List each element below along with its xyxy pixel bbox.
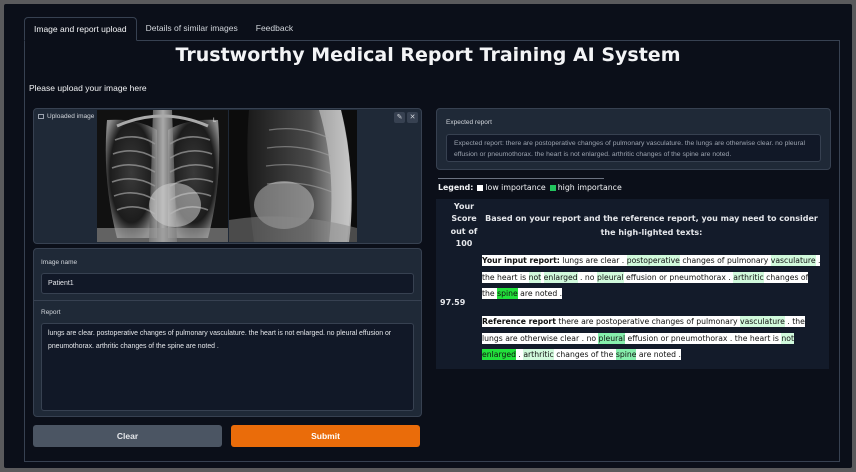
uploaded-image-label-text: Uploaded image — [47, 113, 95, 120]
expected-report-text: Expected report: there are postoperative… — [446, 134, 821, 162]
score-header-line: out of — [450, 226, 478, 236]
reference-report-segment: changes of the — [553, 349, 616, 360]
input-report-segment: pleural — [596, 271, 624, 283]
tab-bar: Image and report upload Details of simil… — [24, 17, 302, 41]
tab-details-of-similar-images[interactable]: Details of similar images — [137, 17, 247, 39]
legend: Legend: low importance high importance — [438, 183, 622, 192]
submit-button[interactable]: Submit — [231, 425, 420, 447]
reference-report-highlighted: Reference report there are postoperative… — [482, 314, 822, 364]
reference-report-segment: not — [781, 332, 794, 344]
score-header-line: 100 — [455, 239, 473, 249]
reference-report-segment: pleural — [598, 332, 626, 344]
input-report-segment: spine — [497, 288, 518, 299]
highlight-intro: Based on your report and the reference r… — [485, 214, 818, 237]
chest-xray-frontal-image: L — [97, 110, 228, 242]
report-form: Image name Patient1 Report lungs are cle… — [33, 248, 422, 417]
app-window: Image and report upload Details of simil… — [4, 4, 852, 468]
pencil-icon[interactable]: ✎ — [394, 112, 405, 123]
input-report-segment: Your input report: — [482, 255, 560, 266]
low-importance-swatch — [477, 184, 484, 191]
clear-button[interactable]: Clear — [33, 425, 222, 447]
image-name-label: Image name — [41, 259, 78, 266]
reference-report-segment: effusion or pneumothorax . the heart is — [625, 332, 782, 344]
chest-xray-lateral-image — [229, 110, 357, 242]
uploaded-image-label: Uploaded image — [38, 113, 94, 120]
reference-report-segment: are noted . — [636, 349, 681, 360]
report-textarea[interactable]: lungs are clear. postoperative changes o… — [41, 323, 414, 411]
tab-feedback[interactable]: Feedback — [247, 17, 302, 39]
uploaded-image-panel[interactable]: Uploaded image ✎ ✕ L — [33, 108, 422, 244]
reference-report-segment: Reference report — [482, 316, 556, 327]
legend-title: Legend: — [438, 183, 474, 192]
high-importance-swatch — [549, 184, 556, 191]
input-report-segment: vasculature — [770, 255, 816, 266]
reference-report-segment: there are postoperative changes of pulmo… — [555, 316, 741, 327]
input-report-segment: are noted . — [517, 288, 563, 299]
input-report-segment: changes of pulmonary — [679, 255, 771, 266]
tab-image-and-report-upload[interactable]: Image and report upload — [24, 17, 137, 41]
close-icon[interactable]: ✕ — [407, 112, 418, 123]
high-importance-label: high importance — [557, 183, 622, 192]
input-report-segment: postoperative — [626, 255, 680, 266]
expected-report-label: Expected report — [446, 119, 492, 126]
report-label: Report — [41, 309, 61, 316]
input-report-segment: effusion or pneumothorax . — [623, 271, 734, 283]
reference-report-segment: arthritic — [523, 349, 554, 360]
legend-divider — [438, 178, 604, 179]
upload-prompt: Please upload your image here — [29, 83, 147, 93]
reference-report-segment: vasculature — [740, 316, 785, 327]
page-title: Trustworthy Medical Report Training AI S… — [175, 44, 681, 66]
input-report-highlighted: Your input report: lungs are clear . pos… — [482, 253, 822, 303]
reference-report-segment: spine — [615, 349, 637, 360]
form-divider — [34, 300, 421, 301]
input-report-segment: lungs are clear . — [559, 255, 627, 266]
score-header: Your Score out of 100 — [444, 201, 484, 251]
input-report-segment: not — [528, 271, 542, 283]
image-name-input[interactable]: Patient1 — [41, 273, 414, 294]
low-importance-label: low importance — [485, 183, 546, 192]
input-report-segment: arthritic — [733, 271, 764, 283]
expected-report-panel: Expected report Expected report: there a… — [436, 108, 831, 170]
image-icon — [38, 114, 44, 119]
image-toolbar: ✎ ✕ — [394, 112, 418, 123]
score-header-line: Your — [453, 202, 475, 211]
score-header-line: Score — [451, 214, 477, 224]
input-report-segment: enlarged — [543, 271, 578, 283]
input-report-segment: . no — [577, 271, 597, 283]
reference-report-segment: enlarged — [482, 349, 516, 360]
score-value: 97.59 — [440, 298, 466, 307]
